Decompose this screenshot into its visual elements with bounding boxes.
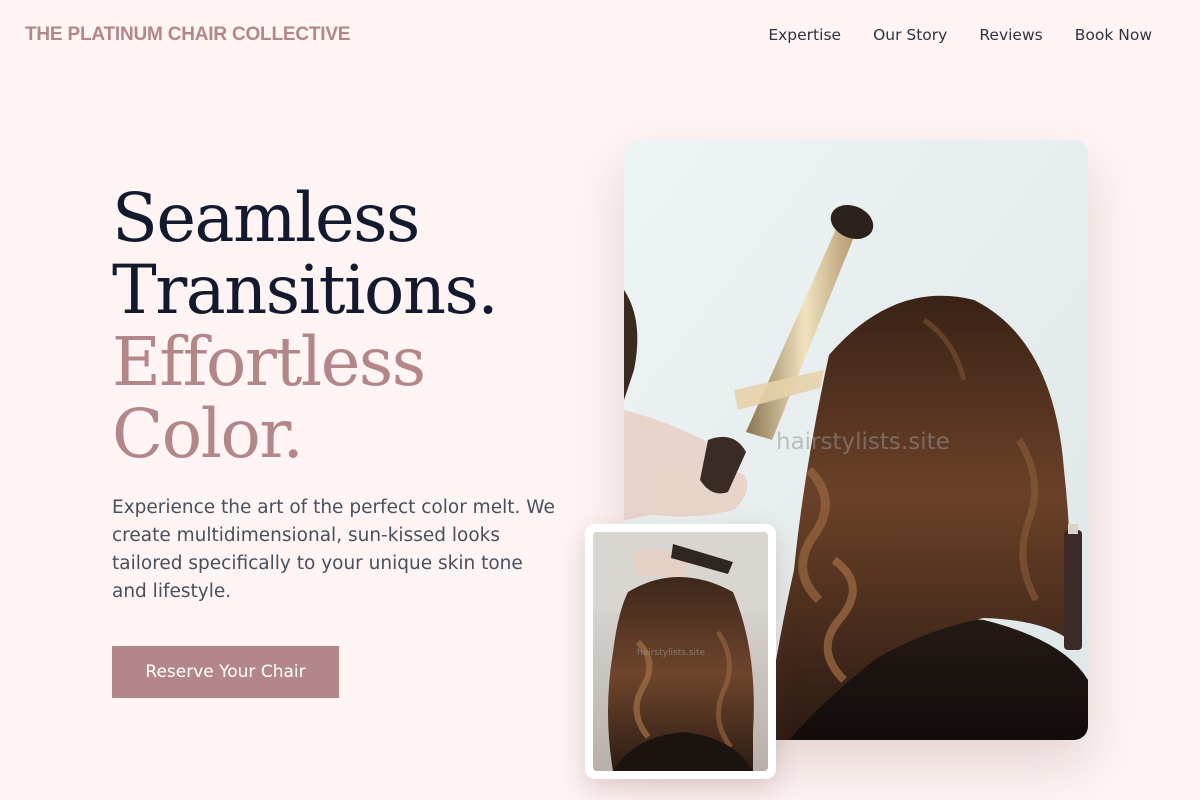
hero-description: Experience the art of the perfect color …	[112, 497, 555, 602]
nav-link-book-now[interactable]: Book Now	[1075, 26, 1152, 44]
inset-photo-hair-styling: hairstylists.site	[593, 532, 768, 771]
landing-page: THE PLATINUM CHAIR COLLECTIVE Expertise …	[0, 0, 1200, 800]
nav-link-our-story[interactable]: Our Story	[873, 26, 947, 44]
inset-photo-card: hairstylists.site	[585, 524, 776, 779]
main-nav: Expertise Our Story Reviews Book Now	[768, 26, 1152, 44]
headline-line-4: Color.	[112, 395, 304, 473]
reserve-chair-button[interactable]: Reserve Your Chair	[112, 646, 339, 698]
headline-line-1: Seamless	[112, 179, 420, 257]
headline-line-3: Effortless	[112, 323, 426, 401]
brand-logo[interactable]: THE PLATINUM CHAIR COLLECTIVE	[25, 24, 350, 46]
main-photo-watermark: hairstylists.site	[776, 429, 950, 455]
nav-link-expertise[interactable]: Expertise	[768, 26, 841, 44]
hero-headline: Seamless Transitions. Effortless Color.	[112, 179, 499, 473]
inset-photo-watermark: hairstylists.site	[637, 648, 705, 658]
nav-link-reviews[interactable]: Reviews	[979, 26, 1042, 44]
headline-line-2: Transitions.	[112, 251, 499, 329]
